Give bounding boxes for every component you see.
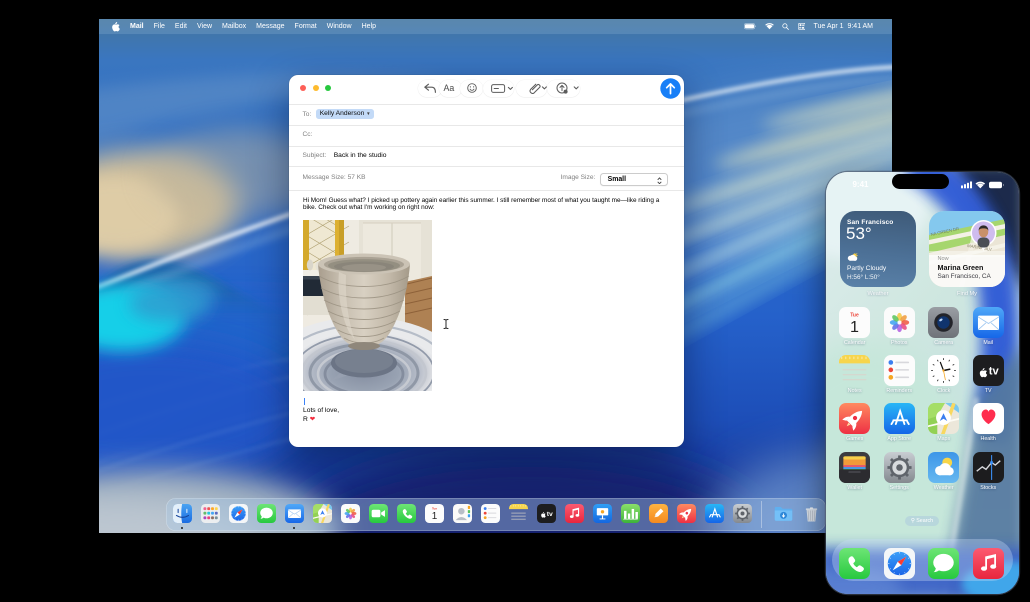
svg-text:1: 1 [850, 317, 859, 335]
svg-text:1: 1 [431, 511, 437, 522]
svg-text:Tue: Tue [431, 506, 436, 510]
svg-text:tv: tv [546, 510, 552, 517]
svg-text:tv: tv [988, 366, 999, 378]
